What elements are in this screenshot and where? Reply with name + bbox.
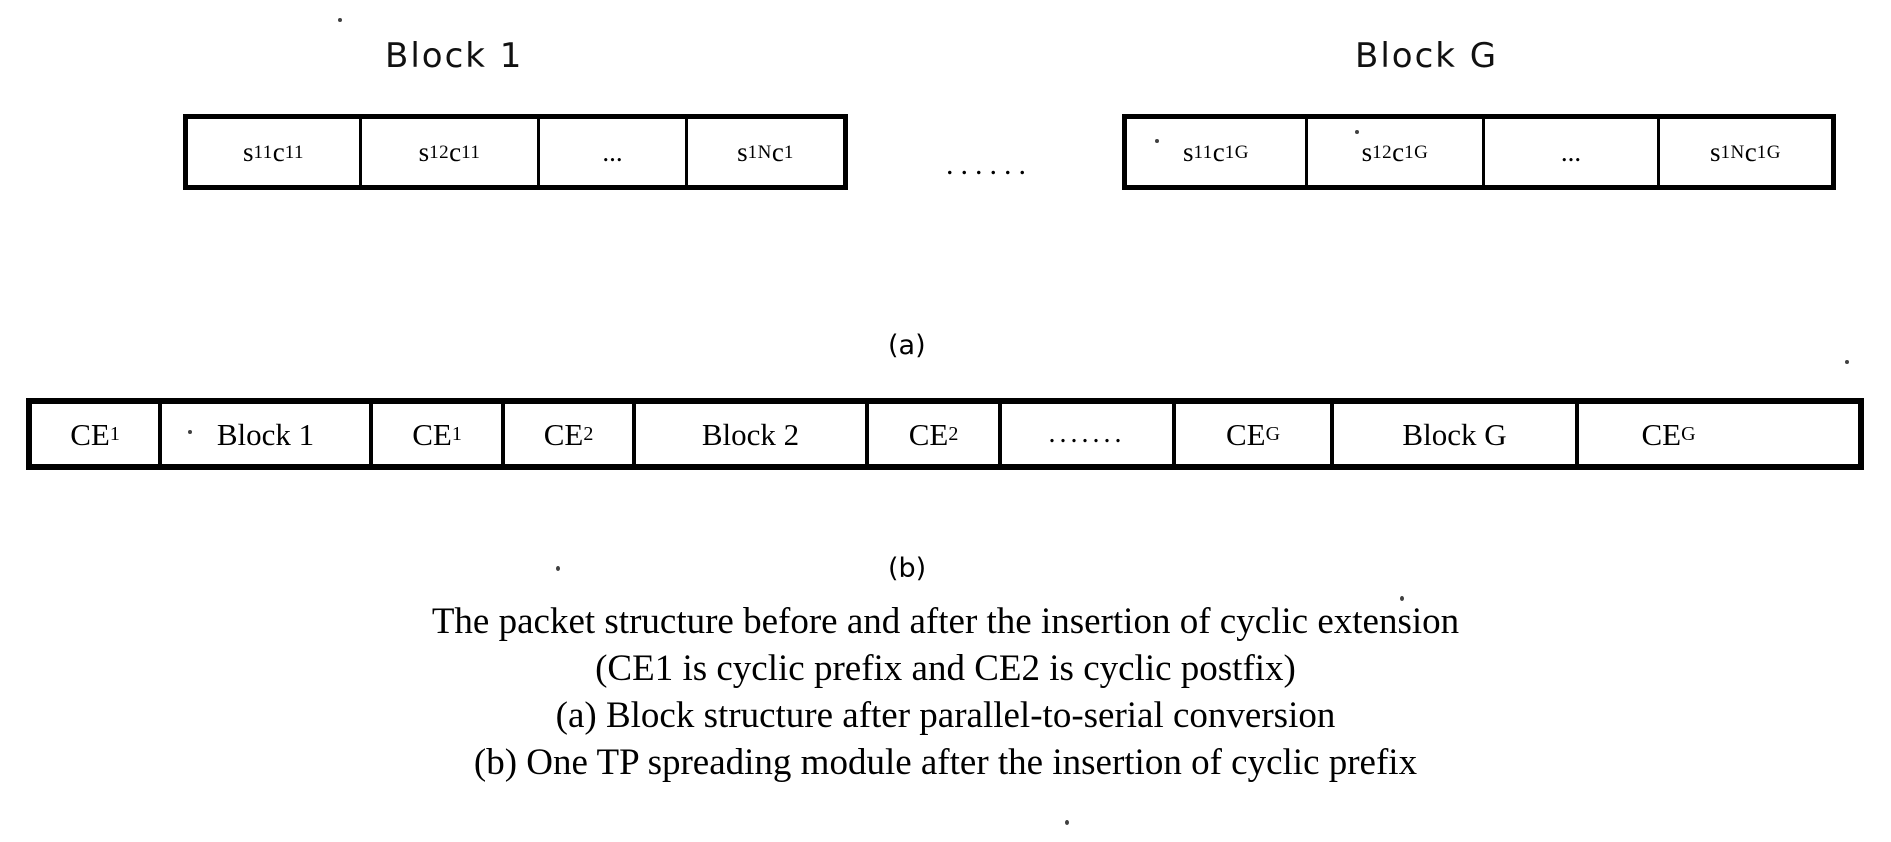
part-a-label: (a)	[888, 330, 926, 361]
ce-subscript: 1	[109, 423, 120, 445]
ce-subscript: 2	[583, 423, 594, 445]
block-g-cell-2: s 12 c 1G	[1308, 119, 1485, 185]
symbol-s: s	[1710, 136, 1721, 167]
block-1-title: Block 1	[385, 36, 524, 76]
caption-line-4: (b) One TP spreading module after the in…	[473, 742, 1418, 783]
blocks-ellipsis: ......	[946, 148, 1033, 181]
figure-part-b: CE 1 Block 1 CE 1 CE 2 Block 2 CE 2 ....... …	[26, 398, 1864, 470]
ce-label: CE	[70, 416, 110, 452]
packet-cell-ce2-prefix: CE 2	[505, 404, 636, 464]
ce-label: CE	[412, 416, 452, 452]
ce-label: CE	[1225, 416, 1266, 452]
block-1-cell-2: s 12 c 11	[362, 119, 540, 185]
packet-cell-ce2-postfix: CE 2	[869, 404, 1002, 464]
symbol-s-subscript: 11	[253, 141, 273, 163]
block-g-cell-row: s 11 c 1G s 12 c 1G ... s 1N c 1G	[1122, 114, 1836, 190]
symbol-s: s	[1361, 136, 1373, 167]
scan-speck	[338, 18, 342, 22]
symbol-s-subscript: 12	[429, 141, 450, 163]
symbol-c: c	[1744, 136, 1757, 167]
block-g-title: Block G	[1355, 36, 1499, 76]
symbol-s: s	[242, 136, 254, 167]
scan-speck	[1355, 130, 1359, 134]
block-1-cell-row: s 11 c 11 s 12 c 11 ... s 1N c 1	[183, 114, 848, 190]
symbol-s-subscript: 1N	[747, 141, 772, 163]
symbol-s: s	[418, 136, 430, 167]
figure-part-a: Block 1 s 11 c 11 s 12 c 11 ... s 1N c 1 ...... B…	[0, 0, 1891, 300]
block-label: Block 2	[701, 416, 800, 452]
symbol-c-subscript: 1G	[1224, 141, 1250, 163]
packet-cell-ceg-postfix: CE G	[1579, 404, 1758, 464]
ce-subscript: G	[1681, 423, 1696, 445]
symbol-s-subscript: 12	[1372, 141, 1393, 163]
symbol-s-subscript: 1N	[1720, 141, 1745, 163]
packet-cell-block-g: Block G	[1334, 404, 1579, 464]
part-b-label: (b)	[888, 553, 927, 584]
caption-line-2: (CE1 is cyclic prefix and CE2 is cyclic …	[595, 648, 1296, 689]
scan-speck	[1065, 820, 1069, 825]
block-1-cell-1: s 11 c 11	[188, 119, 362, 185]
symbol-s-subscript: 11	[1193, 141, 1213, 163]
packet-cell-block-1: Block 1	[162, 404, 373, 464]
caption-line-1: The packet structure before and after th…	[431, 601, 1460, 642]
symbol-c-subscript: 1G	[1756, 141, 1781, 163]
figure-caption: The packet structure before and after th…	[0, 598, 1891, 786]
block-g-cell-last: s 1N c 1G	[1660, 119, 1831, 185]
symbol-c: c	[449, 136, 462, 167]
symbol-c-subscript: 1G	[1404, 141, 1429, 163]
symbol-c: c	[1212, 136, 1225, 167]
scan-speck	[1155, 139, 1159, 143]
symbol-c-subscript: 11	[461, 141, 481, 163]
ellipsis-text: ...	[1560, 136, 1582, 167]
ce-label: CE	[1641, 416, 1682, 452]
symbol-c: c	[272, 136, 285, 167]
ellipsis-text: .......	[1048, 418, 1126, 449]
scan-speck	[1845, 360, 1849, 364]
symbol-s: s	[1182, 136, 1194, 167]
packet-cell-ceg-prefix: CE G	[1176, 404, 1334, 464]
packet-cell-ce1-prefix: CE 1	[32, 404, 162, 464]
symbol-c: c	[1392, 136, 1405, 167]
ce-subscript: 1	[451, 423, 462, 445]
block-1-cell-ellipsis: ...	[540, 119, 688, 185]
scan-speck	[556, 566, 560, 571]
ce-subscript: G	[1265, 423, 1281, 445]
packet-cell-ellipsis: .......	[1002, 404, 1176, 464]
symbol-c: c	[771, 136, 784, 167]
symbol-s: s	[737, 136, 748, 167]
packet-cell-ce1-postfix: CE 1	[373, 404, 505, 464]
symbol-c-subscript: 11	[284, 141, 305, 163]
block-label: Block 1	[216, 416, 315, 452]
scan-speck	[1400, 596, 1404, 601]
ce-subscript: 2	[948, 423, 959, 445]
block-label: Block G	[1402, 416, 1507, 452]
packet-cell-block-2: Block 2	[636, 404, 869, 464]
block-g-cell-1: s 11 c 1G	[1127, 119, 1308, 185]
block-g-cell-ellipsis: ...	[1485, 119, 1660, 185]
ce-label: CE	[543, 416, 584, 452]
ellipsis-text: ...	[602, 136, 623, 167]
block-1-cell-last: s 1N c 1	[688, 119, 843, 185]
scan-speck	[188, 430, 192, 434]
ce-label: CE	[908, 416, 949, 452]
caption-line-3: (a) Block structure after parallel-to-se…	[555, 695, 1336, 736]
symbol-c-subscript: 1	[783, 141, 794, 163]
